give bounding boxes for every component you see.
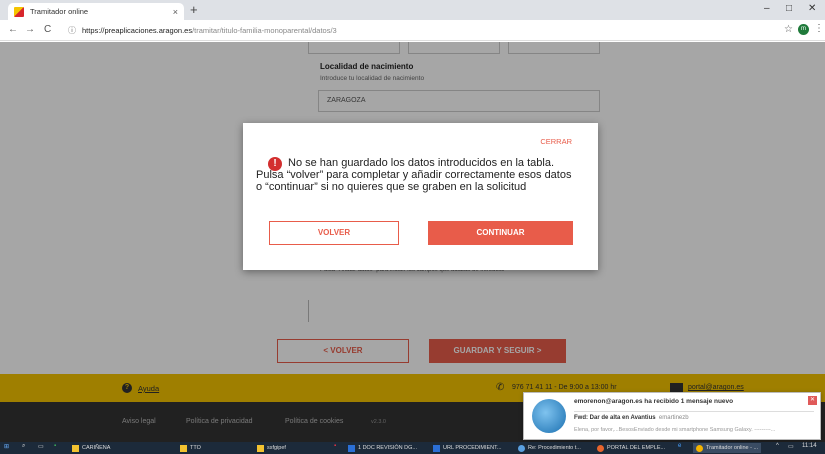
notification-divider xyxy=(574,411,814,412)
aragon-favicon-icon xyxy=(14,6,24,17)
reload-icon[interactable]: C xyxy=(44,24,51,35)
notification-header: Fwd: Dar de alta en Avantius emartinezb xyxy=(574,415,689,421)
taskbar-item[interactable]: URL PROCEDIMIENT... xyxy=(433,443,501,453)
unsaved-data-dialog: CERRAR No se han guardado los datos intr… xyxy=(243,123,598,270)
notification-close-icon[interactable]: ✕ xyxy=(808,396,817,405)
site-info-icon[interactable]: ⓘ xyxy=(68,25,76,36)
notification-subject: Fwd: Dar de alta en Avantius xyxy=(574,415,656,421)
excel-icon[interactable]: ▪ xyxy=(54,443,56,449)
maximize-icon[interactable]: □ xyxy=(786,3,792,14)
taskbar-item[interactable]: Re: Procedimiento t... xyxy=(518,443,581,453)
notification-sender: emartinezb xyxy=(658,415,689,421)
taskbar-clock: 11:14 xyxy=(802,443,817,449)
modal-continue-button[interactable]: CONTINUAR xyxy=(428,221,573,245)
taskbar-item-label: 1 DOC REVISIÓN DG... xyxy=(358,445,417,451)
browser-menu-icon[interactable]: ⋮ xyxy=(814,23,824,34)
warning-icon: ! xyxy=(268,157,282,171)
taskbar-item[interactable]: CARIÑENA xyxy=(72,443,110,453)
bookmark-star-icon[interactable]: ☆ xyxy=(784,24,793,35)
window-close-icon[interactable]: ✕ xyxy=(808,3,816,14)
new-tab-button[interactable]: + xyxy=(190,3,198,17)
tab-title: Tramitador online xyxy=(30,7,89,16)
thunderbird-logo-icon xyxy=(532,399,566,433)
taskbar-item-label: PORTAL DEL EMPLE... xyxy=(607,445,666,451)
task-view-icon[interactable]: ▭ xyxy=(38,443,44,450)
url-path: /tramitar/titulo-familia-monoparental/da… xyxy=(192,26,337,35)
notification-title: emorenon@aragon.es ha recibido 1 mensaje… xyxy=(574,398,734,405)
url-text: https://preaplicaciones.aragon.es/tramit… xyxy=(82,26,337,35)
taskbar-item[interactable]: ssfgipef xyxy=(257,443,286,453)
taskbar-item-label: ssfgipef xyxy=(267,445,286,451)
taskbar-item-active[interactable]: Tramitador online - ... xyxy=(693,443,762,453)
profile-avatar[interactable]: m xyxy=(798,24,809,35)
pdf-icon[interactable]: ▪ xyxy=(334,443,336,449)
ie-icon[interactable]: e xyxy=(678,443,681,449)
taskbar-item-label: CARIÑENA xyxy=(82,445,111,451)
word-icon xyxy=(348,444,355,452)
windows-start-icon[interactable]: ⊞ xyxy=(4,443,9,450)
taskbar-item[interactable]: PORTAL DEL EMPLE... xyxy=(597,443,665,453)
windows-taskbar: ⊞ ⌕ ▭ ▪ CARIÑENA TTO ssfgipef ▪ 1 DOC RE… xyxy=(0,442,825,454)
taskbar-item-label: URL PROCEDIMIENT... xyxy=(443,445,502,451)
tab-close-icon[interactable]: × xyxy=(173,7,178,17)
modal-message: No se han guardado los datos introducido… xyxy=(256,157,572,193)
url-input[interactable]: ⓘ https://preaplicaciones.aragon.es/tram… xyxy=(68,23,768,38)
page: Localidad de nacimiento Introduce tu loc… xyxy=(0,42,825,442)
search-icon[interactable]: ⌕ xyxy=(22,443,25,450)
mail-notification[interactable]: emorenon@aragon.es ha recibido 1 mensaje… xyxy=(523,392,821,440)
browser-tab-strip: Tramitador online × + – □ ✕ xyxy=(0,0,825,20)
minimize-icon[interactable]: – xyxy=(764,3,770,14)
folder-icon xyxy=(180,444,187,452)
folder-icon xyxy=(72,444,79,452)
folder-icon xyxy=(257,444,264,452)
forward-arrow-icon[interactable]: → xyxy=(25,24,35,35)
taskbar-item[interactable]: 1 DOC REVISIÓN DG... xyxy=(348,443,417,453)
notification-body: Elena, por favor,...BesosEnviado desde m… xyxy=(574,427,776,433)
notifications-icon[interactable]: ▭ xyxy=(788,443,794,450)
url-host: https://preaplicaciones.aragon.es xyxy=(82,26,193,35)
taskbar-item[interactable]: TTO xyxy=(180,443,201,453)
firefox-icon xyxy=(597,444,604,452)
taskbar-item-label: Re: Procedimiento t... xyxy=(528,445,581,451)
modal-close-button[interactable]: CERRAR xyxy=(540,137,572,146)
address-bar-row: ← → C ⓘ https://preaplicaciones.aragon.e… xyxy=(0,20,825,41)
system-tray-chevron-icon[interactable]: ^ xyxy=(776,443,779,449)
browser-tab[interactable]: Tramitador online × xyxy=(8,3,184,20)
modal-back-button[interactable]: VOLVER xyxy=(269,221,399,245)
thunderbird-icon xyxy=(518,444,525,452)
taskbar-item-label: TTO xyxy=(190,445,201,451)
chrome-icon xyxy=(696,444,703,452)
word-icon xyxy=(433,444,440,452)
back-arrow-icon[interactable]: ← xyxy=(8,24,18,35)
taskbar-item-label: Tramitador online - ... xyxy=(706,445,759,451)
